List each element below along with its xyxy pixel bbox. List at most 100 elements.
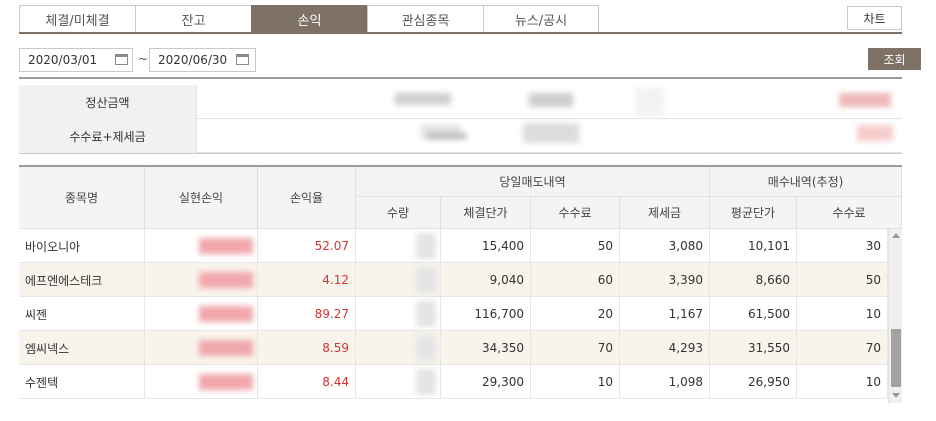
scroll-down-icon[interactable] bbox=[892, 393, 900, 398]
tab-watchlist[interactable]: 관심종목 bbox=[367, 5, 483, 33]
cell-avg-price: 26,950 bbox=[710, 365, 797, 399]
cell-buy-fee: 70 bbox=[797, 331, 888, 365]
blurred-value bbox=[395, 93, 451, 105]
cell-buy-fee: 50 bbox=[797, 263, 888, 297]
scroll-up-icon[interactable] bbox=[892, 233, 900, 238]
date-separator: ~ bbox=[138, 52, 149, 66]
cell-sell-fee: 20 bbox=[531, 297, 620, 331]
tab-bar: 체결/미체결 잔고 손익 관심종목 뉴스/공시 bbox=[19, 5, 599, 33]
query-button[interactable]: 조회 bbox=[868, 48, 921, 70]
col-header-avg-price: 평균단가 bbox=[710, 197, 797, 229]
cell-name: 엠씨넥스 bbox=[19, 331, 145, 365]
cell-qty bbox=[356, 229, 441, 263]
cell-return-rate: 89.27 bbox=[258, 297, 356, 331]
cell-name: 바이오니아 bbox=[19, 229, 145, 263]
cell-tax: 1,167 bbox=[620, 297, 710, 331]
cell-sell-fee: 50 bbox=[531, 229, 620, 263]
date-range-row: 2020/03/01 ~ 2020/06/30 조회 bbox=[19, 48, 921, 72]
table-row[interactable]: 씨젠 89.27 116,700 20 1,167 61,500 10 bbox=[19, 297, 888, 331]
fee-tax-label: 수수료+제세금 bbox=[19, 119, 197, 153]
blurred-value bbox=[523, 123, 579, 143]
blurred-value bbox=[199, 374, 253, 390]
blurred-value bbox=[839, 93, 891, 107]
settlement-row: 정산금액 bbox=[19, 85, 902, 119]
col-header-exec-price: 체결단가 bbox=[441, 197, 531, 229]
chart-button[interactable]: 차트 bbox=[847, 6, 902, 30]
blurred-value bbox=[857, 125, 893, 141]
blurred-value bbox=[199, 340, 253, 356]
col-header-return-rate: 손익율 bbox=[258, 167, 356, 229]
cell-avg-price: 8,660 bbox=[710, 263, 797, 297]
tab-news[interactable]: 뉴스/공시 bbox=[483, 5, 599, 33]
cell-realized-pl bbox=[145, 297, 258, 331]
cell-tax: 4,293 bbox=[620, 331, 710, 365]
blurred-value bbox=[199, 238, 253, 254]
cell-return-rate: 8.59 bbox=[258, 331, 356, 365]
divider bbox=[19, 153, 902, 154]
cell-realized-pl bbox=[145, 263, 258, 297]
blurred-value bbox=[427, 133, 467, 139]
cell-tax: 3,080 bbox=[620, 229, 710, 263]
start-calendar-icon[interactable] bbox=[115, 54, 128, 65]
cell-qty bbox=[356, 331, 441, 365]
blurred-value bbox=[416, 369, 436, 395]
blurred-value bbox=[416, 335, 436, 361]
cell-avg-price: 31,550 bbox=[710, 331, 797, 365]
cell-realized-pl bbox=[145, 331, 258, 365]
start-date-value: 2020/03/01 bbox=[28, 53, 98, 67]
cell-avg-price: 10,101 bbox=[710, 229, 797, 263]
summary-panel: 정산금액 수수료+제세금 bbox=[19, 85, 902, 153]
settlement-label: 정산금액 bbox=[19, 85, 197, 119]
cell-exec-price: 29,300 bbox=[441, 365, 531, 399]
col-header-sell-fee: 수수료 bbox=[531, 197, 620, 229]
col-header-realized-pl: 실현손익 bbox=[145, 167, 258, 229]
blurred-value bbox=[416, 267, 436, 293]
scroll-thumb[interactable] bbox=[891, 329, 901, 387]
cell-exec-price: 9,040 bbox=[441, 263, 531, 297]
table-scrollbar[interactable] bbox=[888, 229, 902, 403]
tab-profit-loss[interactable]: 손익 bbox=[251, 5, 367, 33]
cell-exec-price: 15,400 bbox=[441, 229, 531, 263]
blurred-value bbox=[416, 301, 436, 327]
cell-exec-price: 34,350 bbox=[441, 331, 531, 365]
cell-return-rate: 4.12 bbox=[258, 263, 356, 297]
blurred-value bbox=[199, 306, 253, 322]
cell-exec-price: 116,700 bbox=[441, 297, 531, 331]
cell-tax: 1,098 bbox=[620, 365, 710, 399]
cell-qty bbox=[356, 297, 441, 331]
cell-name: 수젠텍 bbox=[19, 365, 145, 399]
cell-realized-pl bbox=[145, 365, 258, 399]
blurred-value bbox=[416, 233, 436, 259]
divider bbox=[19, 77, 902, 79]
cell-qty bbox=[356, 365, 441, 399]
cell-return-rate: 52.07 bbox=[258, 229, 356, 263]
cell-name: 씨젠 bbox=[19, 297, 145, 331]
tab-orders[interactable]: 체결/미체결 bbox=[19, 5, 135, 33]
cell-buy-fee: 10 bbox=[797, 297, 888, 331]
cell-tax: 3,390 bbox=[620, 263, 710, 297]
cell-return-rate: 8.44 bbox=[258, 365, 356, 399]
cell-buy-fee: 30 bbox=[797, 229, 888, 263]
table-row[interactable]: 엠씨넥스 8.59 34,350 70 4,293 31,550 70 bbox=[19, 331, 888, 365]
blurred-value bbox=[635, 87, 665, 117]
blurred-value bbox=[529, 93, 573, 107]
col-header-name: 종목명 bbox=[19, 167, 145, 229]
cell-qty bbox=[356, 263, 441, 297]
col-header-sell-group: 당일매도내역 bbox=[356, 167, 710, 197]
cell-name: 에프엔에스테크 bbox=[19, 263, 145, 297]
end-calendar-icon[interactable] bbox=[236, 54, 249, 65]
cell-buy-fee: 10 bbox=[797, 365, 888, 399]
col-header-qty: 수량 bbox=[356, 197, 441, 229]
col-header-buy-fee: 수수료 bbox=[797, 197, 902, 229]
cell-realized-pl bbox=[145, 229, 258, 263]
end-date-value: 2020/06/30 bbox=[158, 53, 228, 67]
blurred-value bbox=[199, 272, 253, 288]
cell-sell-fee: 10 bbox=[531, 365, 620, 399]
table-row[interactable]: 에프엔에스테크 4.12 9,040 60 3,390 8,660 50 bbox=[19, 263, 888, 297]
table-row[interactable]: 바이오니아 52.07 15,400 50 3,080 10,101 30 bbox=[19, 229, 888, 263]
col-header-tax: 제세금 bbox=[620, 197, 710, 229]
table-row[interactable]: 수젠텍 8.44 29,300 10 1,098 26,950 10 bbox=[19, 365, 888, 399]
col-header-buy-group: 매수내역(추정) bbox=[710, 167, 902, 197]
tab-balance[interactable]: 잔고 bbox=[135, 5, 251, 33]
cell-sell-fee: 60 bbox=[531, 263, 620, 297]
